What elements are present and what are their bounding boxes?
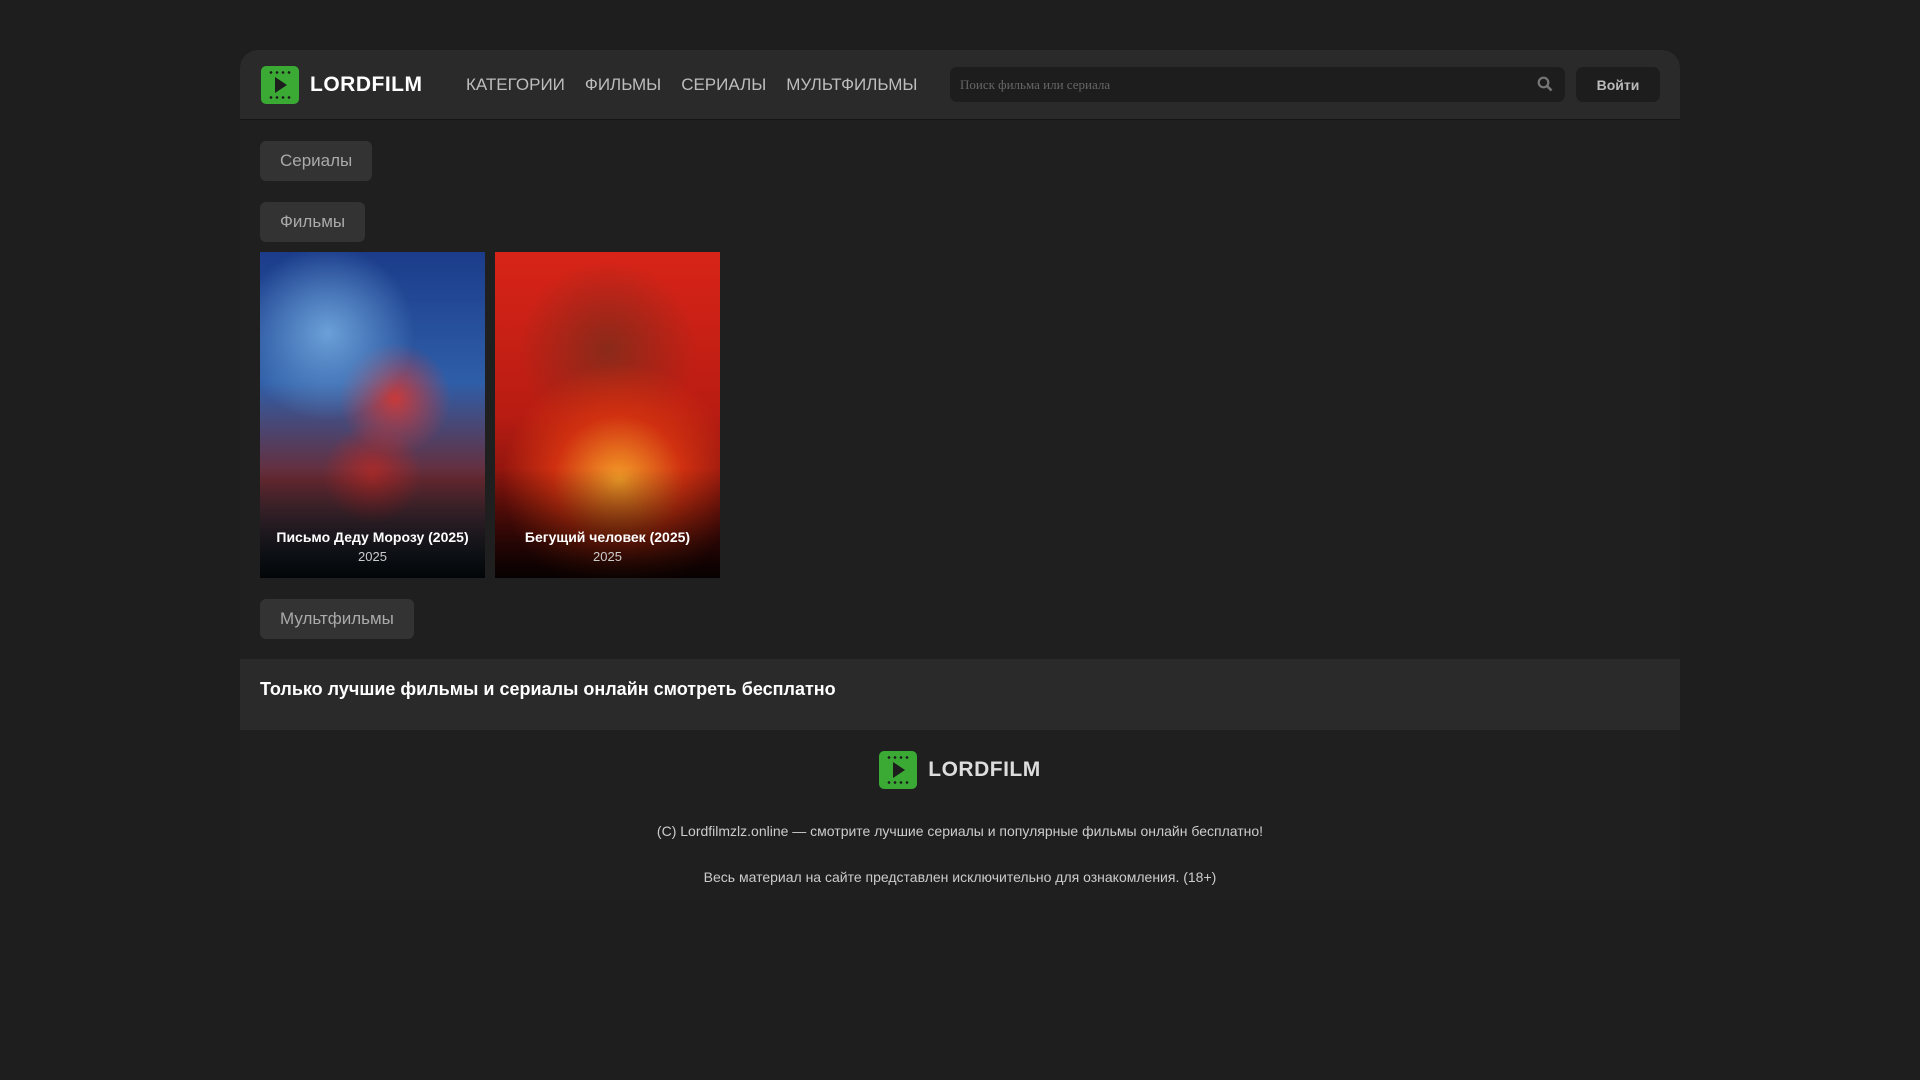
search-box — [950, 67, 1565, 102]
nav-cartoons[interactable]: МУЛЬТФИЛЬМЫ — [786, 75, 917, 95]
film-play-icon — [261, 66, 299, 104]
header: LORDFILM КАТЕГОРИИ ФИЛЬМЫ СЕРИАЛЫ МУЛЬТФ… — [240, 50, 1680, 120]
film-card[interactable]: Бегущий человек (2025) 2025 — [495, 252, 720, 578]
section-films-button[interactable]: Фильмы — [260, 202, 366, 242]
tagline: Только лучшие фильмы и сериалы онлайн см… — [240, 659, 1680, 730]
footer-logo-link[interactable]: LORDFILM — [879, 751, 1040, 789]
login-button[interactable]: Войти — [1576, 67, 1660, 102]
main-content: Сериалы Фильмы Письмо Деду Морозу (2025)… — [240, 120, 1680, 659]
footer: LORDFILM (C) Lordfilmzlz.online — смотри… — [240, 730, 1680, 902]
film-play-icon — [879, 751, 918, 789]
nav-films[interactable]: ФИЛЬМЫ — [585, 75, 661, 95]
nav-categories[interactable]: КАТЕГОРИИ — [466, 75, 565, 95]
main-nav: КАТЕГОРИИ ФИЛЬМЫ СЕРИАЛЫ МУЛЬТФИЛЬМЫ — [466, 75, 917, 95]
section-serials-button[interactable]: Сериалы — [260, 141, 373, 181]
footer-copyright: (C) Lordfilmzlz.online — смотрите лучшие… — [656, 823, 1264, 839]
film-list: Письмо Деду Морозу (2025) 2025 Бегущий че… — [260, 252, 1660, 578]
film-title: Письмо Деду Морозу (2025) — [276, 529, 469, 545]
logo-link[interactable]: LORDFILM — [261, 66, 422, 104]
search-icon[interactable] — [1537, 76, 1553, 92]
footer-logo-text: LORDFILM — [928, 758, 1041, 781]
search-input[interactable] — [950, 67, 1565, 102]
film-year: 2025 — [593, 549, 622, 564]
footer-disclaimer: Весь материал на сайте представлен исклю… — [703, 869, 1217, 885]
film-year: 2025 — [358, 549, 387, 564]
page-container: LORDFILM КАТЕГОРИИ ФИЛЬМЫ СЕРИАЛЫ МУЛЬТФ… — [240, 50, 1680, 902]
logo-text: LORDFILM — [310, 73, 423, 96]
film-title: Бегущий человек (2025) — [524, 529, 691, 545]
nav-serials[interactable]: СЕРИАЛЫ — [681, 75, 766, 95]
section-cartoons-button[interactable]: Мультфильмы — [260, 599, 414, 639]
film-card[interactable]: Письмо Деду Морозу (2025) 2025 — [260, 252, 485, 578]
